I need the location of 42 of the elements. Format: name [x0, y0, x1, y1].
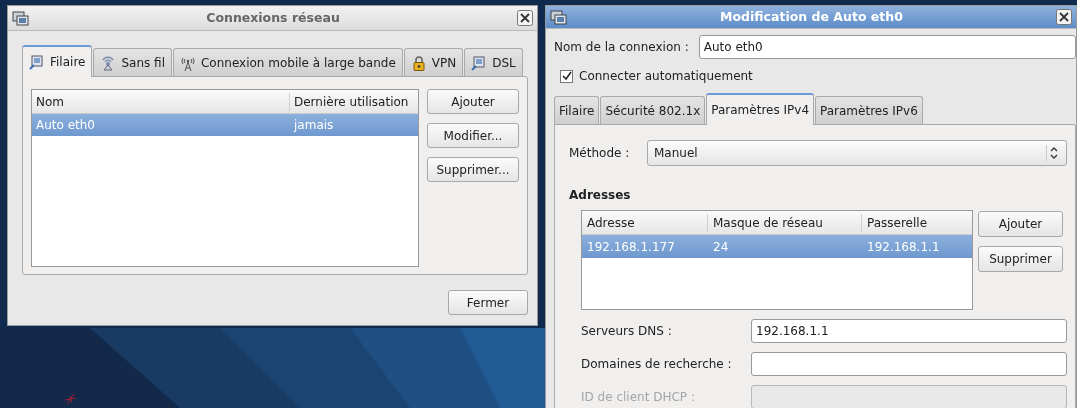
tab[interactable]: Paramètres IPv4 — [706, 93, 814, 125]
column-header[interactable]: Adresse — [582, 213, 708, 232]
window-icon[interactable] — [550, 9, 567, 25]
tab[interactable]: Filaire — [554, 96, 600, 124]
field-label: Méthode : — [569, 145, 631, 162]
chevron-icon — [1046, 145, 1060, 161]
checkbox-label: Connecter automatiquement — [579, 68, 753, 85]
input-field[interactable] — [751, 352, 1067, 376]
window-icon[interactable] — [12, 10, 29, 26]
tab[interactable]: Sans fil — [93, 48, 172, 76]
tab[interactable]: Connexion mobile à large bande — [173, 48, 403, 76]
tab[interactable]: Sécurité 802.1x — [600, 96, 706, 124]
close-icon[interactable] — [1056, 9, 1072, 25]
tab[interactable]: Filaire — [22, 45, 93, 77]
network-icon — [29, 54, 45, 70]
tab[interactable]: VPN — [403, 48, 464, 76]
field-label: Serveurs DNS : — [581, 323, 673, 340]
close-button[interactable]: Fermer — [448, 290, 528, 315]
method-dropdown[interactable]: Manuel — [647, 140, 1067, 166]
field-label: ID de client DHCP : — [581, 389, 696, 406]
tab[interactable]: Paramètres IPv6 — [815, 96, 923, 124]
column-header[interactable]: Passerelle — [862, 213, 932, 232]
name-field[interactable]: Auto eth0 — [698, 35, 1076, 59]
network-icon — [471, 54, 488, 71]
column-header[interactable]: Dernière utilisation — [290, 92, 413, 111]
button[interactable]: Ajouter — [978, 211, 1063, 237]
checkbox[interactable] — [560, 69, 573, 83]
tab[interactable]: DSL — [464, 48, 523, 76]
field-label: Nom de la connexion : — [554, 39, 689, 56]
button[interactable]: Supprimer — [978, 246, 1063, 272]
field-label: Domaines de recherche : — [581, 356, 733, 373]
button[interactable]: Modifier... — [427, 123, 519, 148]
window-title: Connexions réseau — [205, 8, 341, 27]
window-title: Modification de Auto eth0 — [719, 7, 904, 26]
button[interactable]: Supprimer... — [427, 157, 519, 182]
button[interactable]: Ajouter — [427, 89, 519, 114]
section-heading: Adresses — [569, 187, 632, 204]
close-icon[interactable] — [517, 10, 533, 26]
column-header[interactable]: Nom — [32, 92, 290, 111]
column-header[interactable]: Masque de réseau — [708, 213, 862, 232]
input-field[interactable]: 192.168.1.1 — [751, 319, 1067, 343]
lock-icon — [410, 54, 427, 71]
